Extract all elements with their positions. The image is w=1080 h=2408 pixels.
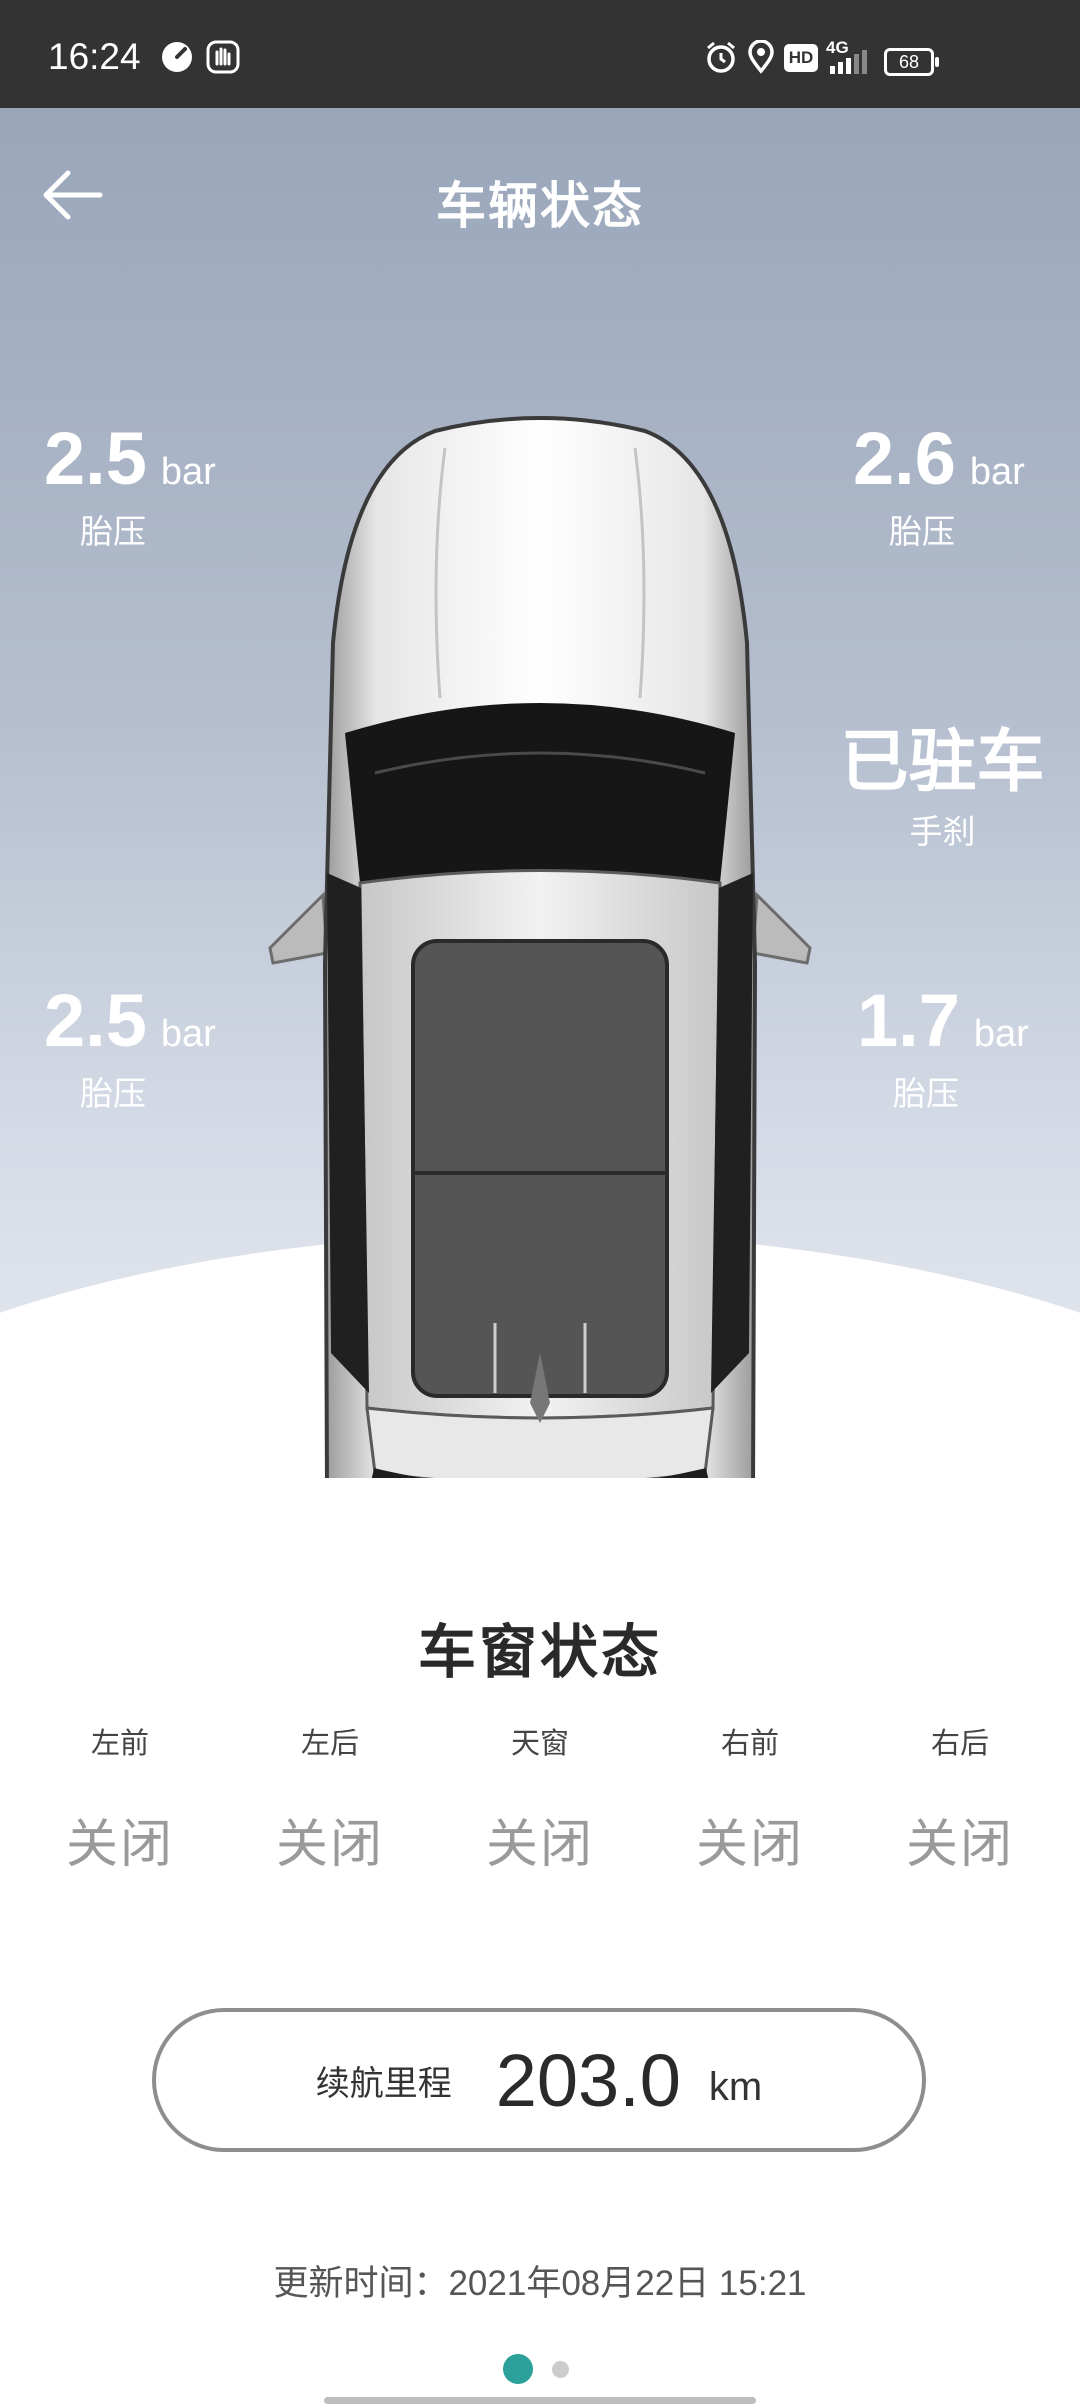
range-value: 203.0 <box>495 2038 681 2122</box>
speedometer-icon <box>162 42 192 72</box>
tire-rear-left: 2.5 bar 胎压 <box>44 978 284 1115</box>
tire-pressure-label: 胎压 <box>889 513 955 550</box>
alarm-icon <box>707 41 735 73</box>
tire-pressure-unit: bar <box>969 451 1025 493</box>
page-dot-active[interactable] <box>503 2354 533 2384</box>
window-label: 左前 <box>90 1728 149 1760</box>
windows-section-title: 车窗状态 <box>417 1620 662 1685</box>
page-title: 车辆状态 <box>436 178 644 234</box>
vehicle-hero: 车辆状态 2.5 bar 胎压 2.6 bar 胎压 2.5 bar 胎压 1.… <box>0 108 1080 1478</box>
update-time: 更新时间：2021年08月22日 15:21 <box>273 2264 807 2303</box>
window-state: 关闭 <box>485 1816 594 1874</box>
car-top-view <box>268 416 812 1478</box>
tire-pressure-unit: bar <box>973 1013 1029 1055</box>
parking-status: 已驻车 手刹 <box>835 706 1050 853</box>
parking-status-value: 已驻车 <box>840 724 1045 800</box>
battery-icon: 68 <box>884 48 939 76</box>
signal-icon: 4G <box>826 38 874 76</box>
range-card: 续航里程 203.0 km <box>152 2008 926 2152</box>
tire-pressure-value: 2.5 <box>44 979 147 1062</box>
hd-icon: HD <box>784 44 818 72</box>
window-front-right: 右前 关闭 <box>645 1720 855 1877</box>
tire-pressure-unit: bar <box>160 1013 216 1055</box>
hand-icon <box>206 40 240 74</box>
tire-front-right: 2.6 bar 胎压 <box>853 416 1080 553</box>
location-icon <box>748 40 774 74</box>
status-time: 16:24 <box>48 36 141 77</box>
window-label: 右后 <box>930 1728 989 1760</box>
window-front-left: 左前 关闭 <box>15 1720 225 1877</box>
home-indicator[interactable] <box>324 2397 756 2404</box>
range-label: 续航里程 <box>315 2064 452 2103</box>
window-label: 右前 <box>720 1728 779 1760</box>
tire-pressure-value: 2.6 <box>853 417 956 500</box>
status-bar: 16:24 HD 4G 68 <box>0 0 1080 108</box>
tire-pressure-value: 2.5 <box>44 417 147 500</box>
window-label: 左后 <box>300 1728 359 1760</box>
tire-pressure-label: 胎压 <box>80 513 146 550</box>
tire-pressure-unit: bar <box>160 451 216 493</box>
window-sunroof: 天窗 关闭 <box>435 1720 645 1877</box>
page-dot[interactable] <box>552 2360 569 2378</box>
parking-status-label: 手刹 <box>909 813 976 850</box>
tire-pressure-label: 胎压 <box>80 1075 146 1112</box>
tire-pressure-value: 1.7 <box>857 979 960 1062</box>
range-unit: km <box>708 2064 763 2109</box>
tire-front-left: 2.5 bar 胎压 <box>44 416 284 553</box>
window-state: 关闭 <box>695 1816 804 1874</box>
window-state: 关闭 <box>905 1816 1014 1874</box>
window-state: 关闭 <box>275 1816 384 1874</box>
page-indicator <box>503 2354 569 2384</box>
window-status-list: 左前 关闭 左后 关闭 天窗 关闭 右前 关闭 右后 关闭 <box>15 1720 1065 1877</box>
window-label: 天窗 <box>510 1728 569 1760</box>
tire-pressure-label: 胎压 <box>893 1075 959 1112</box>
window-state: 关闭 <box>65 1816 174 1874</box>
window-rear-right: 右后 关闭 <box>855 1720 1065 1877</box>
tire-rear-right: 1.7 bar 胎压 <box>857 978 1080 1115</box>
window-rear-left: 左后 关闭 <box>225 1720 435 1877</box>
